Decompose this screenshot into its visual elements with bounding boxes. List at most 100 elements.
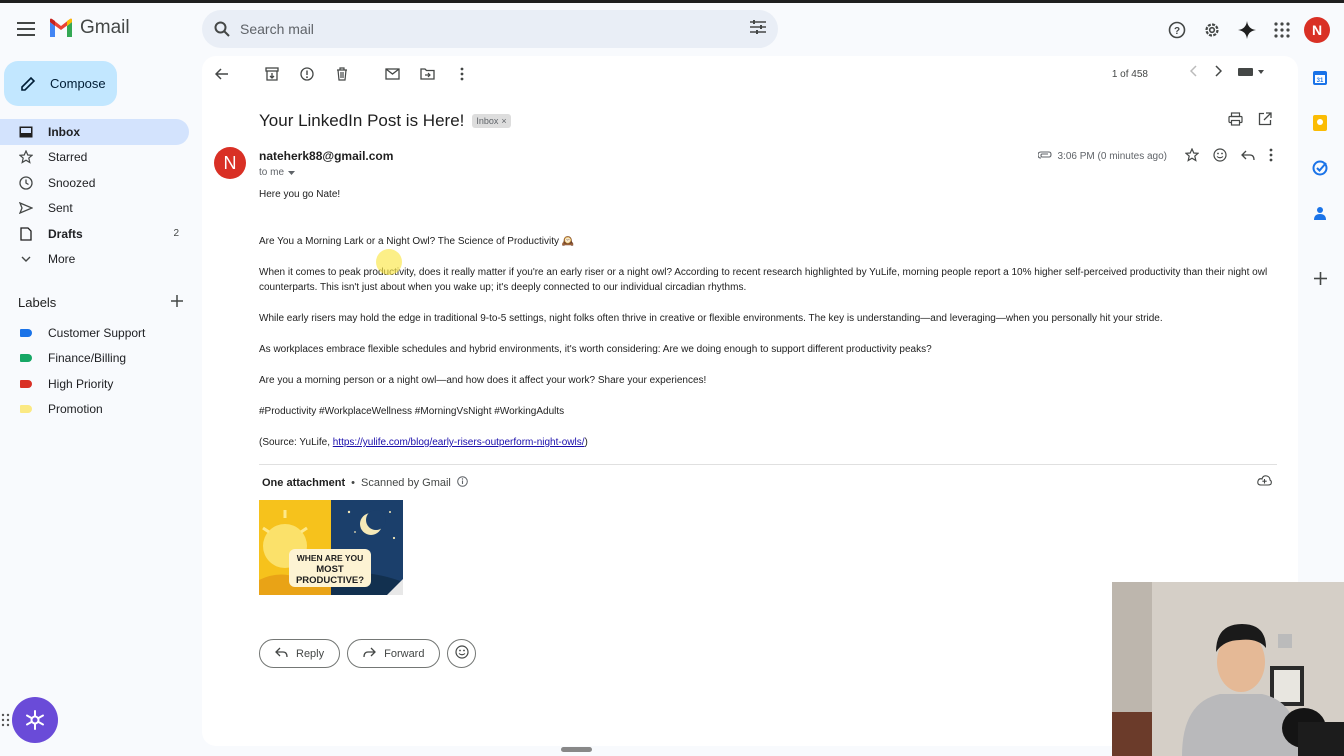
label-item-customer-support[interactable]: Customer Support	[0, 320, 189, 346]
caret-down-icon	[288, 170, 296, 175]
add-to-drive-icon[interactable]	[1257, 474, 1272, 492]
add-label-icon[interactable]	[171, 295, 183, 310]
get-addons-plus-icon[interactable]	[1306, 264, 1334, 292]
sidebar-item-count: 2	[173, 228, 179, 240]
sidebar-item-inbox[interactable]: Inbox	[0, 119, 189, 145]
print-icon[interactable]	[1228, 112, 1243, 131]
tasks-icon[interactable]	[1306, 154, 1334, 182]
extension-fab-button[interactable]	[12, 697, 58, 743]
settings-gear-icon[interactable]	[1199, 18, 1224, 43]
hamburger-icon	[17, 22, 35, 36]
calendar-icon[interactable]: 31	[1306, 64, 1334, 92]
reply-button[interactable]: Reply	[259, 639, 341, 668]
help-icon[interactable]: ?	[1164, 18, 1189, 43]
sender-email[interactable]: nateherk88@gmail.com	[259, 149, 393, 163]
email-toolbar	[212, 64, 487, 84]
search-bar[interactable]	[202, 10, 778, 48]
drag-handle-icon[interactable]	[1, 713, 10, 727]
move-to-folder-icon[interactable]	[417, 64, 437, 84]
star-toggle-icon[interactable]	[1184, 147, 1200, 165]
thumbnail-text-line-1: WHEN ARE YOU	[297, 553, 364, 563]
sidebar-item-starred[interactable]: Starred	[0, 145, 189, 171]
gmail-logo[interactable]: Gmail	[48, 17, 130, 39]
scroll-handle[interactable]	[561, 747, 592, 752]
clock-emoji-icon: 🕰️	[561, 235, 575, 247]
paragraph-4: Are you a morning person or a night owl—…	[259, 375, 707, 386]
report-spam-icon[interactable]	[297, 64, 317, 84]
recipient-text: to me	[259, 167, 285, 178]
label-name: Customer Support	[48, 325, 146, 340]
svg-text:?: ?	[1173, 26, 1179, 37]
message-more-options-icon[interactable]	[1269, 148, 1273, 165]
clock-icon	[18, 175, 34, 191]
forward-button[interactable]: Forward	[347, 639, 441, 668]
inbox-label-chip[interactable]: Inbox ×	[472, 114, 511, 128]
scanned-text: Scanned by Gmail	[361, 477, 451, 489]
pagination-text: 1 of 458	[1111, 69, 1148, 80]
browser-top-strip	[0, 0, 1344, 3]
open-new-window-icon[interactable]	[1258, 112, 1272, 131]
search-options-icon[interactable]	[750, 19, 766, 39]
headline-line: Are You a Morning Lark or a Night Owl? T…	[259, 234, 1279, 250]
email-subject: Your LinkedIn Post is Here!	[259, 111, 465, 130]
sidebar-item-label: Snoozed	[48, 175, 96, 190]
reply-arrow-icon[interactable]	[1241, 149, 1255, 164]
sender-avatar[interactable]: N	[214, 147, 246, 179]
labels-header: Labels	[18, 295, 183, 310]
webcam-overlay	[1112, 582, 1344, 756]
forward-label: Forward	[384, 647, 425, 660]
email-timestamp: 3:06 PM (0 minutes ago)	[1057, 151, 1168, 162]
label-tag-icon	[20, 379, 32, 388]
account-avatar[interactable]: N	[1304, 17, 1330, 43]
back-arrow-icon[interactable]	[212, 64, 232, 84]
attachment-thumbnail[interactable]: WHEN ARE YOU MOST PRODUCTIVE?	[259, 500, 403, 595]
sidebar-item-more[interactable]: More	[0, 247, 189, 273]
keep-notes-icon[interactable]	[1306, 109, 1334, 137]
archive-icon[interactable]	[262, 64, 282, 84]
emoji-reaction-button[interactable]	[447, 639, 477, 668]
divider	[259, 464, 1277, 465]
sidebar-item-label: More	[48, 252, 76, 267]
more-options-vertical-icon[interactable]	[452, 64, 472, 84]
attachment-paperclip-icon	[1036, 151, 1052, 162]
label-tag-icon	[20, 405, 32, 414]
label-name: High Priority	[48, 376, 114, 391]
input-tools-keyboard-icon[interactable]	[1238, 64, 1266, 82]
gmail-m-icon	[50, 18, 72, 37]
send-icon	[18, 200, 34, 216]
sidebar-item-label: Starred	[48, 150, 88, 165]
source-link[interactable]: https://yulife.com/blog/early-risers-out…	[333, 437, 585, 448]
reply-icon	[275, 647, 288, 661]
emoji-react-icon[interactable]	[1213, 148, 1227, 165]
source-suffix: )	[584, 437, 588, 448]
delete-trash-icon[interactable]	[332, 64, 352, 84]
compose-button[interactable]: Compose	[4, 61, 117, 106]
source-prefix: (Source: YuLife,	[259, 437, 333, 448]
gemini-sparkle-icon[interactable]	[1234, 18, 1259, 43]
label-item-finance-billing[interactable]: Finance/Billing	[0, 346, 189, 372]
mark-unread-icon[interactable]	[382, 64, 402, 84]
main-menu-button[interactable]	[14, 17, 38, 41]
headline-text: Are You a Morning Lark or a Night Owl? T…	[259, 235, 559, 247]
apps-grid-icon[interactable]	[1269, 18, 1294, 43]
label-item-high-priority[interactable]: High Priority	[0, 371, 189, 397]
recipient-details-toggle[interactable]: to me	[259, 167, 296, 178]
search-input[interactable]	[240, 21, 750, 37]
chevron-down-icon	[18, 251, 34, 267]
older-chevron-left-icon[interactable]	[1189, 64, 1198, 82]
sidebar-item-label: Sent	[48, 201, 73, 216]
attachment-title: One attachment	[262, 477, 346, 489]
sidebar-item-label: Drafts	[48, 226, 83, 241]
label-item-promotion[interactable]: Promotion	[0, 397, 189, 423]
sidebar-item-sent[interactable]: Sent	[0, 196, 189, 222]
sidebar-item-drafts[interactable]: Drafts 2	[0, 221, 189, 247]
star-icon	[18, 149, 34, 165]
info-icon[interactable]	[457, 476, 468, 490]
email-body: Here you go Nate! Are You a Morning Lark…	[259, 187, 1279, 451]
sidebar-item-snoozed[interactable]: Snoozed	[0, 170, 189, 196]
contacts-icon[interactable]	[1306, 199, 1334, 227]
paragraph-1: When it comes to peak productivity, does…	[259, 266, 1268, 294]
newer-chevron-right-icon[interactable]	[1214, 64, 1223, 82]
chip-remove-icon[interactable]: ×	[501, 116, 506, 126]
sidebar-nav: Inbox Starred Snoozed Sent Drafts 2 More	[0, 119, 189, 272]
